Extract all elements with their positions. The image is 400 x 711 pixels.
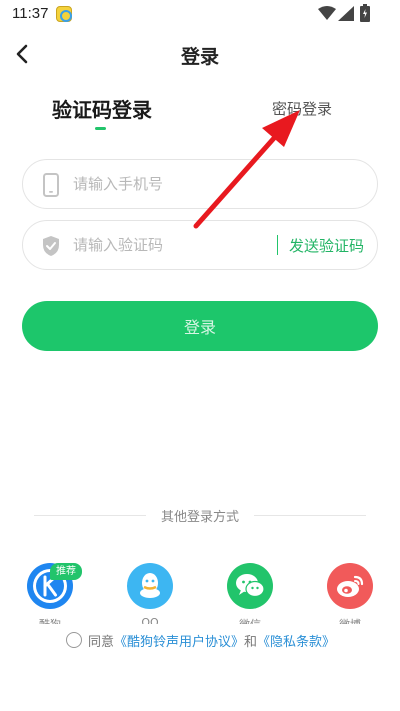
shield-check-icon bbox=[43, 236, 59, 256]
app-notification-icon bbox=[56, 6, 72, 22]
tab-password-login[interactable]: 密码登录 bbox=[272, 98, 332, 119]
privacy-policy-link[interactable]: 《隐私条款》 bbox=[257, 631, 335, 650]
wechat-icon bbox=[236, 574, 265, 598]
agreement-conjunction: 和 bbox=[244, 634, 258, 650]
battery-icon bbox=[360, 4, 370, 22]
code-input[interactable] bbox=[73, 221, 273, 269]
agreement-row: 同意 《酷狗铃声用户协议》 和 《隐私条款》 bbox=[66, 630, 335, 650]
qq-label: QQ bbox=[141, 616, 159, 624]
agreement-checkbox[interactable] bbox=[66, 632, 82, 648]
phone-icon bbox=[43, 173, 59, 197]
weibo-login-button[interactable] bbox=[327, 563, 373, 609]
status-time: 11:37 bbox=[12, 5, 49, 22]
agreement-prefix: 同意 bbox=[88, 634, 115, 650]
code-divider bbox=[277, 235, 278, 255]
user-agreement-link[interactable]: 《酷狗铃声用户协议》 bbox=[114, 631, 244, 650]
phone-field bbox=[22, 159, 378, 209]
wechat-label: 微信 bbox=[220, 616, 280, 624]
qq-icon bbox=[140, 573, 160, 598]
header: 登录 bbox=[0, 34, 400, 74]
tab-active-indicator bbox=[95, 127, 106, 130]
divider-right bbox=[254, 515, 366, 516]
code-field: 发送验证码 bbox=[22, 220, 378, 270]
wifi-icon bbox=[318, 6, 336, 20]
kugou-label: 酷狗 bbox=[20, 616, 80, 624]
send-code-button[interactable]: 发送验证码 bbox=[289, 235, 364, 256]
weibo-label: 微博 bbox=[320, 616, 380, 624]
tab-sms-login[interactable]: 验证码登录 bbox=[52, 94, 152, 123]
phone-input[interactable] bbox=[73, 160, 363, 208]
signal-icon bbox=[338, 6, 354, 21]
wechat-login-button[interactable] bbox=[227, 563, 273, 609]
qq-login-button[interactable] bbox=[127, 563, 173, 609]
status-bar: 11:37 bbox=[0, 0, 400, 28]
page-title: 登录 bbox=[180, 46, 219, 68]
recommend-badge: 推荐 bbox=[50, 563, 82, 580]
weibo-icon bbox=[337, 575, 364, 597]
login-button[interactable]: 登录 bbox=[22, 301, 378, 351]
